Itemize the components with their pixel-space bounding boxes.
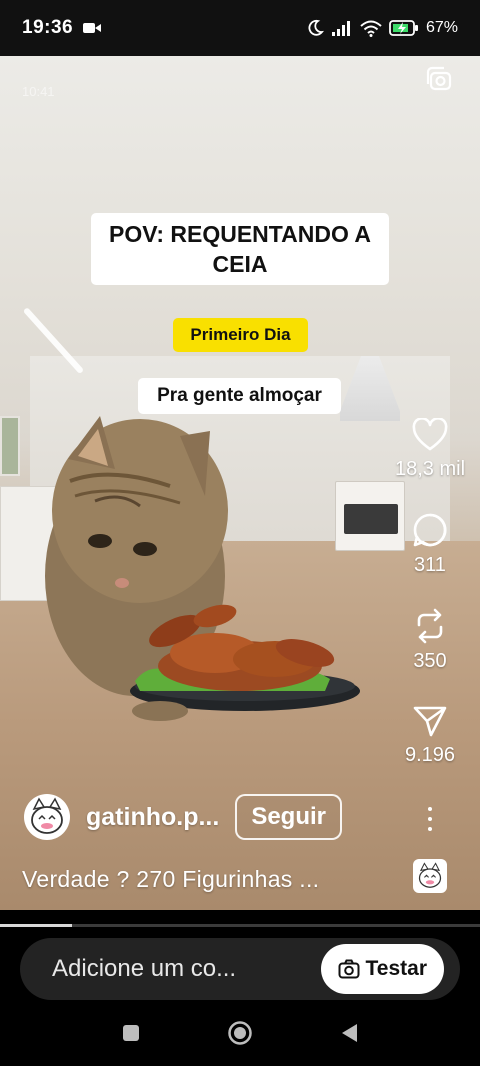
comment-action[interactable]: 311 — [398, 512, 462, 577]
cat-with-chicken-image — [45, 416, 360, 721]
like-count: 18,3 mil — [394, 458, 466, 480]
heart-icon — [412, 418, 448, 451]
battery-percentage: 67% — [425, 19, 458, 36]
send-icon — [413, 706, 447, 737]
caption-title: POV: REQUENTANDO A CEIA — [91, 213, 389, 285]
status-time: 19:36 — [22, 17, 74, 38]
status-bar: 19:36 67% — [0, 0, 480, 56]
try-button[interactable]: Testar — [320, 944, 444, 994]
repost-action[interactable]: 350 — [398, 608, 462, 673]
moon-icon — [308, 19, 324, 36]
share-count: 9.196 — [404, 744, 456, 766]
post-description[interactable]: Verdade ? 270 Figurinhas ... — [22, 866, 319, 893]
audio-track-thumbnail[interactable] — [413, 859, 447, 893]
repost-count: 350 — [413, 650, 447, 672]
comment-bubble-icon — [413, 513, 447, 547]
share-action[interactable]: 9.196 — [398, 704, 462, 767]
video-record-icon — [83, 23, 102, 33]
follow-button[interactable]: Seguir — [235, 794, 343, 840]
comment-bar[interactable]: Adicione um co... Testar — [20, 938, 460, 1000]
caption-day-label: Primeiro Dia — [173, 318, 308, 352]
back-icon[interactable] — [339, 1022, 359, 1044]
author-username[interactable]: gatinho.p... — [86, 803, 219, 832]
video-player[interactable]: 10:41 POV: REQUENTANDO A CEIA Primeiro D… — [0, 56, 480, 910]
cat-avatar-icon — [31, 797, 63, 834]
battery-charging-icon — [389, 20, 418, 36]
author-avatar[interactable] — [24, 794, 70, 840]
home-icon[interactable] — [227, 1020, 253, 1046]
bottom-area: Adicione um co... Testar — [0, 927, 480, 1066]
more-options-icon[interactable] — [420, 804, 440, 834]
wifi-icon — [360, 20, 382, 37]
window — [0, 416, 20, 476]
android-nav-bar — [0, 1013, 480, 1053]
comment-count: 311 — [414, 554, 446, 576]
repost-icon — [417, 608, 443, 644]
comment-input[interactable]: Adicione um co... — [52, 955, 236, 983]
recent-apps-icon[interactable] — [121, 1023, 141, 1043]
camera-stack-icon[interactable] — [424, 64, 454, 99]
like-action[interactable]: 18,3 mil — [390, 418, 470, 481]
signal-icon — [331, 21, 350, 36]
try-button-label: Testar — [365, 957, 427, 980]
faded-timestamp: 10:41 — [22, 84, 55, 99]
author-row: gatinho.p... Seguir — [24, 794, 343, 840]
cat-sticker-icon — [418, 862, 442, 888]
camera-icon — [338, 959, 360, 979]
